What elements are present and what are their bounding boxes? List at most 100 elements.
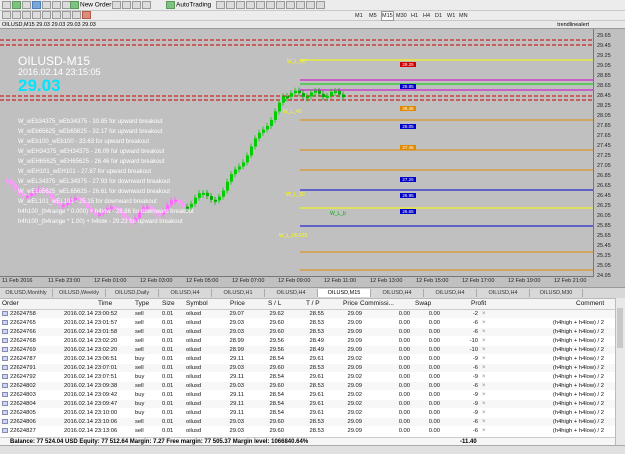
auto-trading-button[interactable]: AutoTrading	[166, 1, 211, 9]
table-row[interactable]: 22624768 2016.02.14 23:02:20 sell 0.01 oilus…	[0, 337, 616, 345]
chart-tab[interactable]: OILUSD,H4	[159, 289, 212, 297]
tf-m15[interactable]: M15	[381, 11, 394, 21]
close-order-icon[interactable]: ×	[482, 373, 486, 381]
terminal-scrollbar[interactable]	[615, 298, 625, 445]
close-order-icon[interactable]: ×	[482, 418, 486, 426]
table-header-cell[interactable]: Price	[343, 300, 358, 307]
profiles-icon[interactable]	[12, 1, 21, 9]
text-icon[interactable]	[72, 11, 81, 19]
autoscroll-icon[interactable]	[276, 1, 285, 9]
tf-h4[interactable]: H4	[423, 12, 430, 20]
table-header-cell[interactable]: S / L	[268, 300, 281, 307]
table-row[interactable]: 22624769 2016.02.14 23:02:20 sell 0.01 oilus…	[0, 346, 616, 354]
terminal-icon[interactable]	[52, 1, 61, 9]
table-header-cell[interactable]: Commissi...	[360, 300, 394, 307]
periods-icon[interactable]	[306, 1, 315, 9]
chart-tab[interactable]: OILUSD,H4	[477, 289, 530, 297]
tf-mn[interactable]: MN	[459, 12, 468, 20]
table-row[interactable]: 22624805 2016.02.14 23:10:00 buy 0.01 oilusd…	[0, 409, 616, 417]
close-order-icon[interactable]: ×	[482, 409, 486, 417]
table-row[interactable]: 22624802 2016.02.14 23:09:38 sell 0.01 oilus…	[0, 382, 616, 390]
market-watch-icon[interactable]	[22, 1, 31, 9]
toolbar-icons-left[interactable]	[2, 1, 72, 9]
experts-icon[interactable]	[132, 1, 141, 9]
bar-chart-icon[interactable]	[216, 1, 225, 9]
table-header-cell[interactable]: Profit	[471, 300, 486, 307]
channel-icon[interactable]	[52, 11, 61, 19]
table-header-cell[interactable]: T / P	[306, 300, 320, 307]
new-order-button[interactable]: New Order	[70, 1, 111, 9]
close-order-icon[interactable]: ×	[482, 328, 486, 336]
close-order-icon[interactable]: ×	[482, 364, 486, 372]
table-row[interactable]: 22624804 2016.02.14 23:09:47 buy 0.01 oilusd…	[0, 400, 616, 408]
templates-icon[interactable]	[316, 1, 325, 9]
vertical-line-icon[interactable]	[22, 11, 31, 19]
table-row[interactable]: 22624806 2016.02.14 23:10:06 sell 0.01 oilus…	[0, 418, 616, 426]
close-order-icon[interactable]: ×	[482, 310, 486, 318]
table-row[interactable]: 22624791 2016.02.14 23:07:01 sell 0.01 oilus…	[0, 364, 616, 372]
chart-tab[interactable]: OILUSD,H4	[265, 289, 318, 297]
chart-tab[interactable]: OILUSD,M30	[530, 289, 583, 297]
chart-tab[interactable]: OILUSD,Monthly	[0, 289, 53, 297]
chart-tab[interactable]: OILUSD,M15	[318, 289, 371, 297]
toolbar-icons-right[interactable]	[216, 1, 326, 9]
close-order-icon[interactable]: ×	[482, 391, 486, 399]
indicators-icon[interactable]	[296, 1, 305, 9]
new-chart-icon[interactable]	[2, 1, 11, 9]
zoom-out-icon[interactable]	[256, 1, 265, 9]
tile-windows-icon[interactable]	[266, 1, 275, 9]
table-row[interactable]: 22624792 2016.02.14 23:07:51 buy 0.01 oilusd…	[0, 373, 616, 381]
close-order-icon[interactable]: ×	[482, 355, 486, 363]
table-row[interactable]: 22624803 2016.02.14 23:09:42 buy 0.01 oilusd…	[0, 391, 616, 399]
fibonacci-icon[interactable]	[62, 11, 71, 19]
time-scale[interactable]: 11 Feb 2016 11 Feb 23:00 12 Feb 01:00 12 Fe…	[0, 276, 594, 287]
tf-m5[interactable]: M5	[369, 12, 377, 20]
line-chart-icon[interactable]	[236, 1, 245, 9]
options-icon[interactable]	[122, 1, 131, 9]
table-header-cell[interactable]: Symbol	[186, 300, 208, 307]
table-header-cell[interactable]: Time	[98, 300, 112, 307]
close-order-icon[interactable]: ×	[482, 337, 486, 345]
tf-m1[interactable]: M1	[355, 12, 363, 20]
metaeditor-icon[interactable]	[112, 1, 121, 9]
signals-icon[interactable]	[142, 1, 151, 9]
table-header-cell[interactable]: Size	[162, 300, 175, 307]
chart-shift-icon[interactable]	[286, 1, 295, 9]
zoom-in-icon[interactable]	[246, 1, 255, 9]
navigator-icon[interactable]	[42, 1, 51, 9]
tf-d1[interactable]: D1	[435, 12, 442, 20]
table-row[interactable]: 22624787 2016.02.14 23:06:51 buy 0.01 oilusd…	[0, 355, 616, 363]
table-row[interactable]: 22624827 2016.02.14 23:13:06 sell 0.01 oilus…	[0, 427, 616, 435]
data-window-icon[interactable]	[32, 1, 41, 9]
close-order-icon[interactable]: ×	[482, 400, 486, 408]
price-scale[interactable]: 29.65 29.45 29.25 29.05 28.85 28.65 28.45 28.25…	[593, 29, 625, 281]
drawing-tools[interactable]	[2, 11, 92, 19]
table-header-cell[interactable]: Price	[230, 300, 245, 307]
chart-tab[interactable]: OILUSD,Weekly	[53, 289, 106, 297]
table-row[interactable]: 22624766 2016.02.14 23:01:58 sell 0.01 oilus…	[0, 328, 616, 336]
horizontal-line-icon[interactable]	[32, 11, 41, 19]
table-row[interactable]: 22624765 2016.02.14 23:01:57 sell 0.01 oilus…	[0, 319, 616, 327]
crosshair-icon[interactable]	[12, 11, 21, 19]
chart-tab[interactable]: OILUSD,H4	[371, 289, 424, 297]
close-order-icon[interactable]: ×	[482, 427, 486, 435]
chart-tab[interactable]: OILUSD,H4	[424, 289, 477, 297]
tf-h1[interactable]: H1	[411, 12, 418, 20]
tf-m30[interactable]: M30	[396, 12, 407, 20]
table-header-cell[interactable]: Order	[2, 300, 19, 307]
trendline-icon[interactable]	[42, 11, 51, 19]
close-order-icon[interactable]: ×	[482, 346, 486, 354]
chart-tab[interactable]: OILUSD,H1	[212, 289, 265, 297]
tf-w1[interactable]: W1	[447, 12, 455, 20]
candlestick-icon[interactable]	[226, 1, 235, 9]
cursor-icon[interactable]	[2, 11, 11, 19]
scrollbar-thumb[interactable]	[617, 308, 623, 348]
table-header-cell[interactable]: Comment	[576, 300, 604, 307]
table-header-cell[interactable]: Type	[135, 300, 149, 307]
arrows-icon[interactable]	[82, 11, 91, 19]
chart-tab[interactable]: OILUSD,Daily	[106, 289, 159, 297]
toolbar-icons-mid[interactable]	[112, 1, 152, 9]
table-header-cell[interactable]: Swap	[415, 300, 431, 307]
table-row[interactable]: 22624758 2016.02.14 23:00:52 sell 0.01 oilus…	[0, 310, 616, 318]
price-chart[interactable]: OILUSD,M15 29.03 29.03 29.03 29.03 trend…	[0, 21, 625, 287]
